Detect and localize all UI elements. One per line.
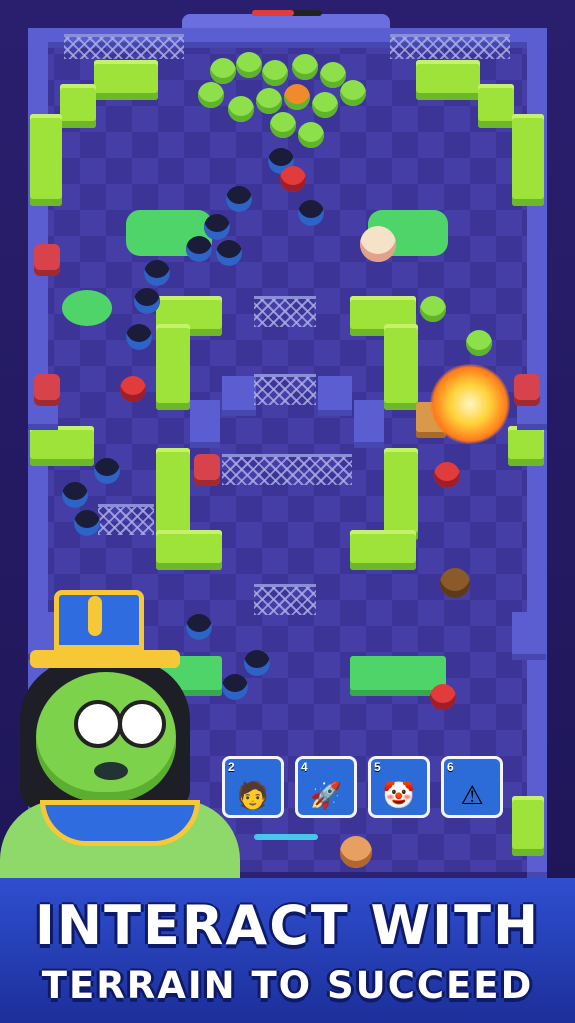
explosive-barrel[interactable] — [194, 454, 220, 486]
game-screen: 2 🧑 4 🚀 5 🤡 6 ⚠ INTERACT WITH TERRAIN TO… — [0, 0, 575, 1023]
clown-icon: 🤡 — [382, 781, 416, 811]
zombie[interactable] — [236, 52, 262, 78]
headline-line-2: TERRAIN TO SUCCEED — [41, 964, 534, 1007]
spawn-unit[interactable] — [340, 836, 372, 868]
brute-unit[interactable] — [440, 568, 470, 598]
firefighter-unit[interactable] — [280, 166, 306, 192]
zombie[interactable] — [262, 60, 288, 86]
headline-line-1: INTERACT WITH — [34, 894, 541, 957]
fence — [254, 374, 316, 405]
card-cost: 4 — [301, 760, 308, 774]
unit-card-trap[interactable]: 6 ⚠ — [441, 756, 503, 818]
grass-block — [384, 448, 418, 540]
grass-block — [508, 426, 544, 466]
enemy-health-bar — [252, 10, 322, 16]
slime-pool — [62, 290, 112, 326]
grass-block — [512, 114, 544, 206]
zombie[interactable] — [284, 84, 310, 110]
zombie[interactable] — [292, 54, 318, 80]
fence — [254, 296, 316, 327]
grass-block — [416, 60, 480, 100]
player-unit[interactable] — [134, 288, 160, 314]
zombie[interactable] — [210, 58, 236, 84]
explosive-barrel[interactable] — [34, 374, 60, 406]
unit-card-clown[interactable]: 5 🤡 — [368, 756, 430, 818]
grass-block — [30, 114, 62, 206]
fence — [390, 34, 510, 59]
promo-banner: INTERACT WITH TERRAIN TO SUCCEED — [0, 878, 575, 1023]
wall — [222, 376, 256, 416]
zombie[interactable] — [298, 122, 324, 148]
zombie[interactable] — [466, 330, 492, 356]
grass-block — [60, 84, 96, 128]
grass-block — [156, 530, 222, 570]
card-cost: 2 — [228, 760, 235, 774]
fence — [254, 584, 316, 615]
unit-card-rocket[interactable]: 4 🚀 — [295, 756, 357, 818]
spawn-bar — [254, 834, 318, 840]
chef-unit[interactable] — [360, 226, 396, 262]
unit-card-villager[interactable]: 2 🧑 — [222, 756, 284, 818]
player-unit[interactable] — [204, 214, 230, 240]
zombie[interactable] — [340, 80, 366, 106]
explosive-barrel[interactable] — [514, 374, 540, 406]
player-unit[interactable] — [298, 200, 324, 226]
fence — [222, 454, 352, 485]
firefighter-unit[interactable] — [430, 684, 456, 710]
zombie[interactable] — [312, 92, 338, 118]
grass-block — [156, 324, 190, 410]
wall — [354, 400, 384, 448]
wall — [190, 400, 220, 448]
card-cost: 5 — [374, 760, 381, 774]
player-unit[interactable] — [144, 260, 170, 286]
explosion — [430, 364, 510, 444]
player-unit[interactable] — [74, 510, 100, 536]
fence — [98, 504, 154, 535]
fence — [64, 34, 184, 59]
wall — [318, 376, 352, 416]
grass-block — [30, 426, 94, 466]
zombie[interactable] — [256, 88, 282, 114]
grass-block — [94, 60, 158, 100]
grass-block — [384, 324, 418, 410]
zombie[interactable] — [198, 82, 224, 108]
rocket-icon: 🚀 — [309, 781, 343, 811]
card-cost: 6 — [447, 760, 454, 774]
explosive-barrel[interactable] — [34, 244, 60, 276]
hazard-trap-icon: ⚠ — [460, 781, 484, 811]
player-unit[interactable] — [94, 458, 120, 484]
zombie-queen-character — [0, 590, 250, 890]
firefighter-unit[interactable] — [434, 462, 460, 488]
player-unit[interactable] — [126, 324, 152, 350]
wall — [512, 612, 546, 660]
grass-block — [478, 84, 514, 128]
grass-block — [350, 530, 416, 570]
zombie[interactable] — [270, 112, 296, 138]
player-unit[interactable] — [216, 240, 242, 266]
firefighter-unit[interactable] — [120, 376, 146, 402]
player-unit[interactable] — [62, 482, 88, 508]
grass-block — [156, 448, 190, 540]
player-unit[interactable] — [226, 186, 252, 212]
zombie[interactable] — [228, 96, 254, 122]
player-unit[interactable] — [186, 236, 212, 262]
zombie[interactable] — [420, 296, 446, 322]
villager-icon: 🧑 — [236, 781, 270, 811]
